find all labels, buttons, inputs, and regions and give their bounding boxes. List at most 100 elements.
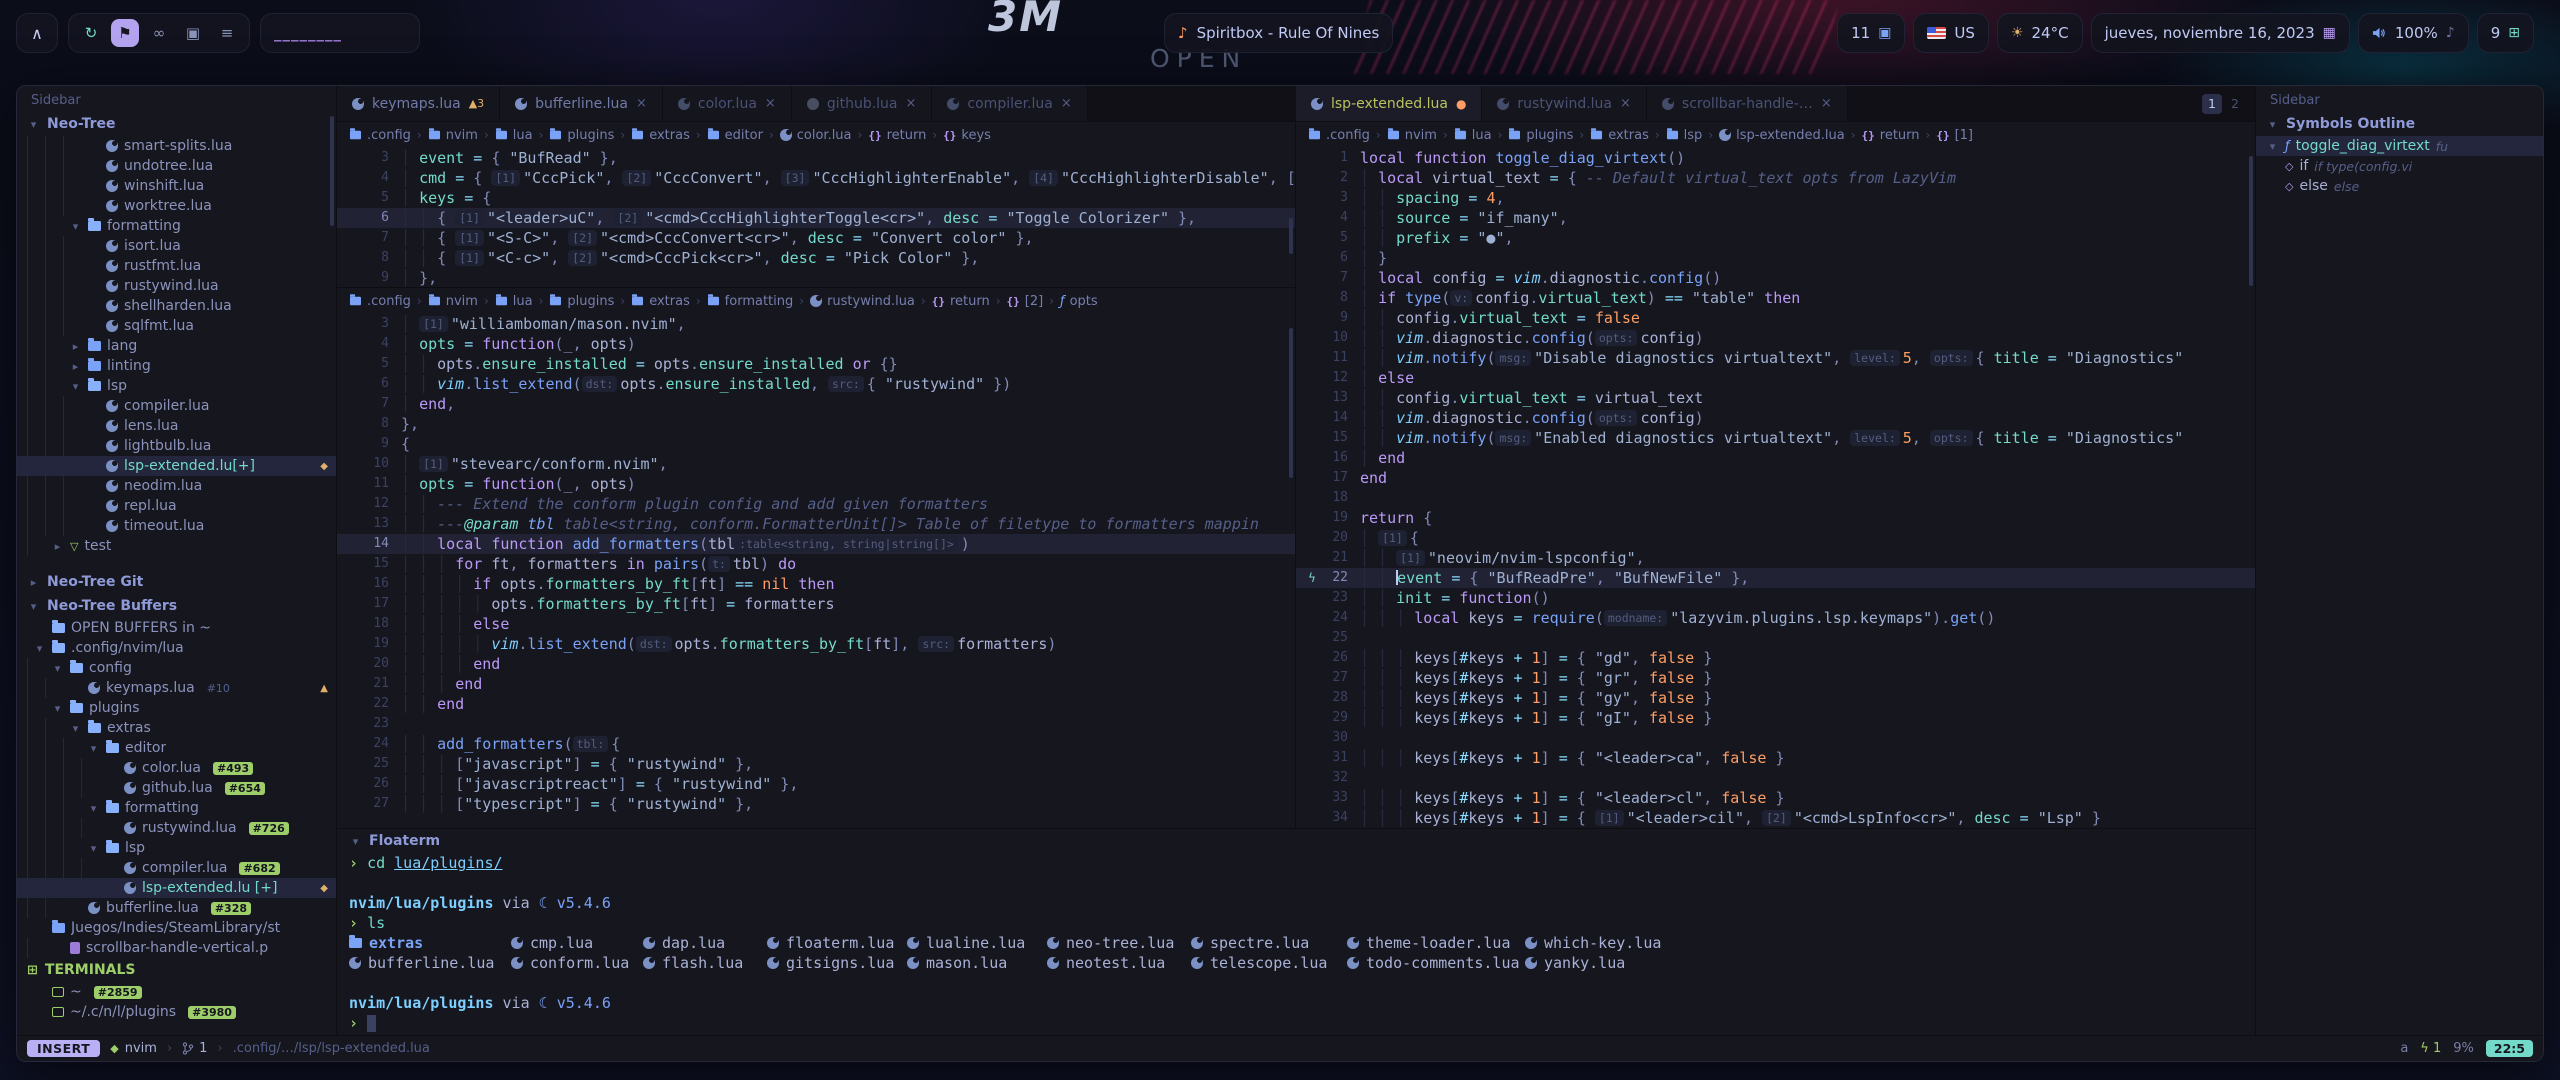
code-line[interactable]: 9│ }, <box>337 268 1295 287</box>
buffer-item[interactable]: ▾editor <box>17 738 336 758</box>
chevron-down-icon[interactable]: ▾ <box>87 742 100 755</box>
buffer-item[interactable]: OPEN BUFFERS in ~ <box>17 618 336 638</box>
code-line[interactable]: 34│ │ │ keys[#keys + 1] = { [1]"<leader>… <box>1296 808 2255 828</box>
terminal-file[interactable]: bufferline.lua <box>349 953 511 973</box>
terminal-file[interactable]: neo-tree.lua <box>1047 933 1191 953</box>
breadcrumb-item[interactable]: extras <box>631 128 690 143</box>
code-line[interactable]: 11│ │ vim.notify(msg:"Disable diagnostic… <box>1296 348 2255 368</box>
buffer-item[interactable]: ▾extras <box>17 718 336 738</box>
tab-scrollbar-handle-[interactable]: scrollbar-handle-…× <box>1647 86 1848 121</box>
code-line[interactable]: 5│ │ opts.ensure_installed = opts.ensure… <box>337 354 1295 374</box>
scrollbar-handle[interactable] <box>1289 328 1293 478</box>
code-line[interactable]: 15│ │ vim.notify(msg:"Enabled diagnostic… <box>1296 428 2255 448</box>
neotree-git-header[interactable]: ▸ Neo-Tree Git <box>17 570 336 594</box>
code-line[interactable]: 4│ cmd = { [1]"CccPick", [2]"CccConvert"… <box>337 168 1295 188</box>
code-line[interactable]: 10│ [1]"stevearc/conform.nvim", <box>337 454 1295 474</box>
tree-item[interactable]: winshift.lua <box>17 176 336 196</box>
code-line[interactable]: 12│ else <box>1296 368 2255 388</box>
terminal-file[interactable]: extras <box>349 933 511 953</box>
code-line[interactable]: 16│ │ │ │ if opts.formatters_by_ft[ft] =… <box>337 574 1295 594</box>
code-line[interactable]: 8}, <box>337 414 1295 434</box>
buffer-item[interactable]: scrollbar-handle-vertical.p <box>17 938 336 958</box>
outline-item[interactable]: ▾ƒtoggle_diag_virtextfu <box>2256 136 2543 156</box>
code-line[interactable]: 4│ │ source = "if_many", <box>1296 208 2255 228</box>
code-line[interactable]: 19return { <box>1296 508 2255 528</box>
buffer-item[interactable]: keymaps.lua#10▲ <box>17 678 336 698</box>
tree-item[interactable]: neodim.lua <box>17 476 336 496</box>
code-line[interactable]: 20│ [1]{ <box>1296 528 2255 548</box>
sidebar-scrollbar-handle[interactable] <box>330 116 334 226</box>
terminal-file[interactable]: which-key.lua <box>1525 933 1665 953</box>
tree-item[interactable]: smart-splits.lua <box>17 136 336 156</box>
chevron-down-icon[interactable]: ▾ <box>69 220 82 233</box>
terminal-file[interactable]: gitsigns.lua <box>767 953 907 973</box>
tree-item[interactable]: rustfmt.lua <box>17 256 336 276</box>
code-area[interactable]: 1local function toggle_diag_virtext()2│ … <box>1296 148 2255 828</box>
chevron-down-icon[interactable]: ▾ <box>69 380 82 393</box>
workspaces-widget[interactable]: 11 ▣ <box>1837 13 1905 53</box>
tree-item[interactable]: lightbulb.lua <box>17 436 336 456</box>
tab-close-icon[interactable]: × <box>906 96 917 111</box>
code-line[interactable]: 19│ │ │ │ │ vim.list_extend(dst:opts.for… <box>337 634 1295 654</box>
code-line[interactable]: 18 <box>1296 488 2255 508</box>
chevron-down-icon[interactable]: ▾ <box>87 802 100 815</box>
tree-item[interactable]: compiler.lua <box>17 396 336 416</box>
tab-close-icon[interactable]: × <box>1620 96 1631 111</box>
tab-close-icon[interactable]: × <box>1061 96 1072 111</box>
tree-item[interactable]: sqlfmt.lua <box>17 316 336 336</box>
chevron-down-icon[interactable]: ▾ <box>69 722 82 735</box>
breadcrumb-item[interactable]: lua <box>495 128 533 143</box>
breadcrumb-item[interactable]: editor <box>707 128 763 143</box>
code-line[interactable]: 9│ │ config.virtual_text = false <box>1296 308 2255 328</box>
buffer-item[interactable]: github.lua#654 <box>17 778 336 798</box>
code-line[interactable]: 9{ <box>337 434 1295 454</box>
terminal-file[interactable]: spectre.lua <box>1191 933 1347 953</box>
chevron-right-icon[interactable]: ▸ <box>69 340 82 353</box>
code-line[interactable]: 27│ │ │ ["typescript"] = { "rustywind" }… <box>337 794 1295 814</box>
code-line[interactable]: 3│ │ spacing = 4, <box>1296 188 2255 208</box>
code-line[interactable]: 28│ │ │ keys[#keys + 1] = { "gy", false … <box>1296 688 2255 708</box>
terminal-file[interactable]: telescope.lua <box>1191 953 1347 973</box>
buffer-item[interactable]: bufferline.lua#328 <box>17 898 336 918</box>
tree-item[interactable]: isort.lua <box>17 236 336 256</box>
breadcrumb-item[interactable]: extras <box>1590 128 1649 143</box>
date-widget[interactable]: jueves, noviembre 16, 2023 ▦ <box>2091 13 2350 53</box>
code-line[interactable]: 6│ │ vim.list_extend(dst:opts.ensure_ins… <box>337 374 1295 394</box>
code-line[interactable]: ϟ22│ │ event = { "BufReadPre", "BufNewFi… <box>1296 568 2255 588</box>
code-line[interactable]: 17end <box>1296 468 2255 488</box>
code-line[interactable]: 13│ │ config.virtual_text = virtual_text <box>1296 388 2255 408</box>
breadcrumb-item[interactable]: nvim <box>428 294 478 309</box>
code-line[interactable]: 8│ if type(v:config.virtual_text) == "ta… <box>1296 288 2255 308</box>
code-line[interactable]: 7│ end, <box>337 394 1295 414</box>
tab-close-icon[interactable]: × <box>636 96 647 111</box>
code-line[interactable]: 23 <box>337 714 1295 734</box>
tab-bufferline-lua[interactable]: bufferline.lua× <box>500 86 663 121</box>
code-line[interactable]: 20│ │ │ │ end <box>337 654 1295 674</box>
buffer-item[interactable]: Juegos/Indies/SteamLibrary/st <box>17 918 336 938</box>
tab-rustywind-lua[interactable]: rustywind.lua× <box>1482 86 1647 121</box>
terminal-file[interactable]: theme-loader.lua <box>1347 933 1525 953</box>
breadcrumb-item[interactable]: lsp-extended.lua <box>1719 128 1845 143</box>
breadcrumb-item[interactable]: {}[2] <box>1007 294 1044 309</box>
tree-item[interactable]: ▾lsp <box>17 376 336 396</box>
symbols-outline-header[interactable]: ▾ Symbols Outline <box>2256 112 2543 136</box>
code-line[interactable]: 5│ keys = { <box>337 188 1295 208</box>
flag-button[interactable]: ⚑ <box>111 19 139 47</box>
buffer-item[interactable]: ▾formatting <box>17 798 336 818</box>
chevron-down-icon[interactable]: ▾ <box>51 662 64 675</box>
refresh-button[interactable]: ↻ <box>77 19 105 47</box>
tree-item[interactable]: shellharden.lua <box>17 296 336 316</box>
breadcrumb-item[interactable]: {}return <box>1862 128 1920 143</box>
buffer-item[interactable]: ▾lsp <box>17 838 336 858</box>
breadcrumb-item[interactable]: formatting <box>707 294 794 309</box>
code-line[interactable]: 16│ end <box>1296 448 2255 468</box>
code-line[interactable]: 3│ event = { "BufRead" }, <box>337 148 1295 168</box>
breadcrumb-item[interactable]: .config <box>349 128 411 143</box>
terminal-file[interactable]: dap.lua <box>643 933 767 953</box>
tree-item[interactable]: worktree.lua <box>17 196 336 216</box>
chevron-down-icon[interactable]: ▾ <box>2266 140 2279 153</box>
terminal-item[interactable]: ~#2859 <box>17 982 336 1002</box>
breadcrumb-item[interactable]: {}keys <box>943 128 991 143</box>
breadcrumb-item[interactable]: lua <box>495 294 533 309</box>
code-line[interactable]: 4│ opts = function(_, opts) <box>337 334 1295 354</box>
